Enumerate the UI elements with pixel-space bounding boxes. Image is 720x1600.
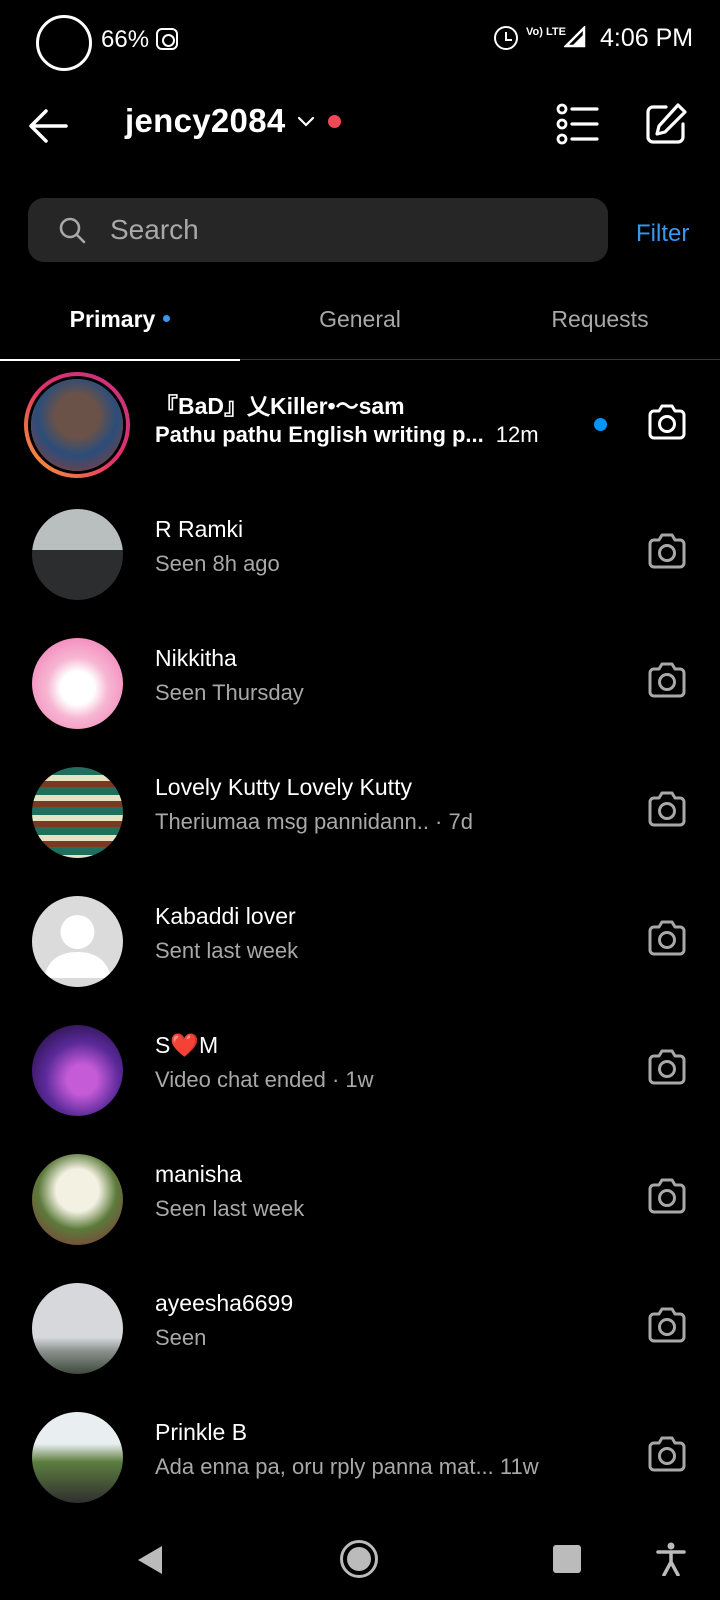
camera-icon[interactable] [646,530,688,572]
inbox-header: jency2084 [0,88,720,168]
battery-ring-icon [36,15,92,71]
camera-icon[interactable] [646,659,688,701]
avatar[interactable] [32,1154,123,1245]
camera-icon[interactable] [646,1433,688,1475]
avatar[interactable] [32,1412,123,1503]
chevron-down-icon [297,116,314,127]
contact-name: Kabaddi lover [155,903,296,929]
accessibility-icon[interactable] [656,1542,686,1576]
contact-name: Prinkle B [155,1419,248,1445]
camera-icon[interactable] [646,917,688,959]
conversation-row[interactable]: S❤️M Video chat ended · 1w [0,1006,720,1135]
conversation-row[interactable]: Prinkle B Ada enna pa, oru rply panna ma… [0,1393,720,1522]
avatar[interactable] [24,372,130,478]
clock: 4:06 PM [600,24,694,52]
conversation-row[interactable]: Nikkitha Seen Thursday [0,619,720,748]
search-input[interactable] [110,198,590,262]
avatar[interactable] [32,509,123,600]
notification-dot [327,114,341,128]
contact-name: ayeesha6699 [155,1290,294,1316]
account-username: jency2084 [125,102,286,139]
camera-icon[interactable] [646,1175,688,1217]
avatar[interactable] [32,1283,123,1374]
contact-name: Lovely Kutty Lovely Kutty [155,774,412,800]
nav-back-icon[interactable] [136,1544,164,1576]
tab-general[interactable]: General [240,296,480,360]
list-options-icon[interactable] [556,102,600,146]
system-navigation-bar [0,1520,720,1600]
search-bar[interactable] [28,198,608,262]
conversation-row[interactable]: 『BaD』乂Killer•〜sam Pathu pathu English wr… [0,361,720,490]
message-time: 12m [495,422,539,447]
default-avatar-icon [32,896,123,987]
contact-name: Nikkitha [155,645,237,671]
avatar[interactable] [32,1025,123,1116]
avatar[interactable] [32,896,123,987]
conversation-row[interactable]: Lovely Kutty Lovely Kutty Theriumaa msg … [0,748,720,877]
message-preview: Seen Thursday [155,680,304,705]
unread-indicator [594,418,607,431]
conversation-row[interactable]: manisha Seen last week [0,1135,720,1264]
avatar[interactable] [32,767,123,858]
camera-icon[interactable] [646,1046,688,1088]
instagram-notification-icon [156,28,178,50]
message-preview: Seen 8h ago [155,551,280,576]
avatar[interactable] [32,638,123,729]
inbox-tabs: Primary General Requests [0,296,720,361]
filter-button[interactable]: Filter [636,220,689,248]
account-switcher[interactable]: jency2084 [125,102,341,140]
contact-name: R Ramki [155,516,244,542]
tab-label: Requests [551,306,649,332]
conversation-row[interactable]: ayeesha6699 Seen [0,1264,720,1393]
camera-icon[interactable] [646,788,688,830]
message-preview: Pathu pathu English writing p... 12m [155,422,539,447]
nav-home-icon[interactable] [340,1540,378,1578]
message-preview: Ada enna pa, oru rply panna mat... 11w [155,1454,539,1479]
camera-icon[interactable] [646,401,688,443]
nav-recents-icon[interactable] [553,1545,581,1573]
tab-requests[interactable]: Requests [480,296,720,360]
status-bar: 66% Vo) LTE 4:06 PM [0,0,720,80]
tab-label: General [319,306,401,332]
message-preview: Seen last week [155,1196,305,1221]
contact-name: 『BaD』乂Killer•〜sam [155,393,405,419]
tab-primary[interactable]: Primary [0,296,240,361]
message-preview: Seen [155,1325,207,1350]
volte-indicator: Vo) LTE [526,26,566,38]
contact-name: manisha [155,1161,242,1187]
signal-icon [564,26,586,48]
message-preview: Theriumaa msg pannidann.. · 7d [155,809,473,834]
search-icon [59,217,86,244]
contact-name: S❤️M [155,1032,219,1058]
conversation-list: 『BaD』乂Killer•〜sam Pathu pathu English wr… [0,361,720,1522]
camera-icon[interactable] [646,1304,688,1346]
new-message-icon[interactable] [644,102,688,146]
alarm-icon [494,26,518,50]
conversation-row[interactable]: R Ramki Seen 8h ago [0,490,720,619]
back-arrow-icon[interactable] [26,106,72,146]
message-preview: Sent last week [155,938,299,963]
message-preview: Video chat ended · 1w [155,1067,374,1092]
conversation-row[interactable]: Kabaddi lover Sent last week [0,877,720,1006]
tab-unread-dot [163,315,171,323]
tab-label: Primary [69,306,156,332]
battery-percentage: 66% [101,26,150,53]
